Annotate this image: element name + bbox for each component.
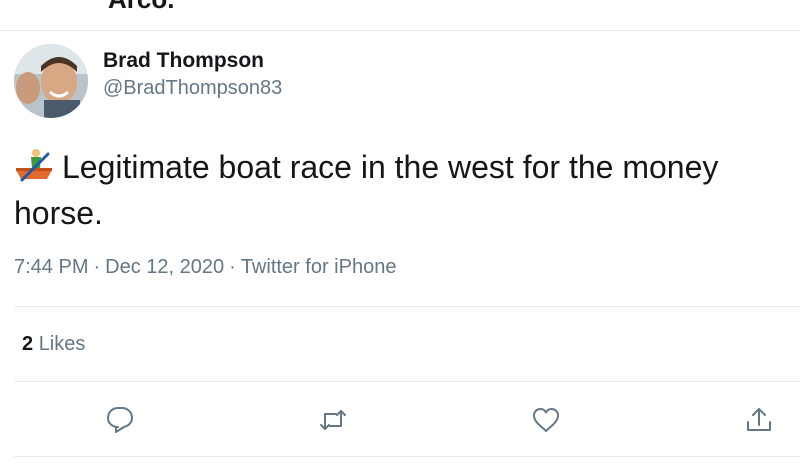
- person-rowing-boat-emoji: [14, 148, 54, 182]
- reply-button[interactable]: [100, 400, 140, 440]
- tweet-source[interactable]: Twitter for iPhone: [241, 256, 397, 278]
- divider: [14, 306, 800, 307]
- divider: [14, 381, 800, 382]
- like-button[interactable]: [526, 400, 566, 440]
- likes-stat[interactable]: 2 Likes: [22, 333, 85, 356]
- tweet-actions: [0, 400, 800, 440]
- avatar[interactable]: [14, 44, 88, 118]
- share-button[interactable]: [739, 400, 779, 440]
- display-name[interactable]: Brad Thompson: [103, 48, 282, 74]
- previous-tweet-text-fragment: Arco.: [108, 0, 174, 15]
- tweet-text: Legitimate boat race in the west for the…: [14, 144, 794, 236]
- retweet-button[interactable]: [313, 400, 353, 440]
- meta-separator: ·: [229, 256, 236, 278]
- heart-icon: [533, 408, 559, 432]
- likes-count: 2: [22, 333, 34, 355]
- tweet-meta: 7:44 PM · Dec 12, 2020 · Twitter for iPhone: [14, 256, 396, 279]
- tweet-date[interactable]: Dec 12, 2020: [105, 256, 224, 278]
- user-info: Brad Thompson @BradThompson83: [103, 48, 282, 102]
- top-divider: [0, 30, 800, 31]
- tweet-body: Legitimate boat race in the west for the…: [14, 149, 719, 231]
- user-handle[interactable]: @BradThompson83: [103, 74, 282, 102]
- tweet-header: Brad Thompson @BradThompson83: [14, 44, 282, 118]
- likes-label: Likes: [38, 333, 86, 355]
- reply-icon: [107, 407, 133, 433]
- share-icon: [747, 408, 771, 431]
- meta-separator: ·: [93, 256, 101, 278]
- divider: [14, 456, 800, 457]
- tweet-page: Arco. Brad Thompson @BradThompson83: [0, 0, 800, 471]
- retweet-icon: [320, 410, 346, 430]
- tweet-time[interactable]: 7:44 PM: [14, 256, 88, 278]
